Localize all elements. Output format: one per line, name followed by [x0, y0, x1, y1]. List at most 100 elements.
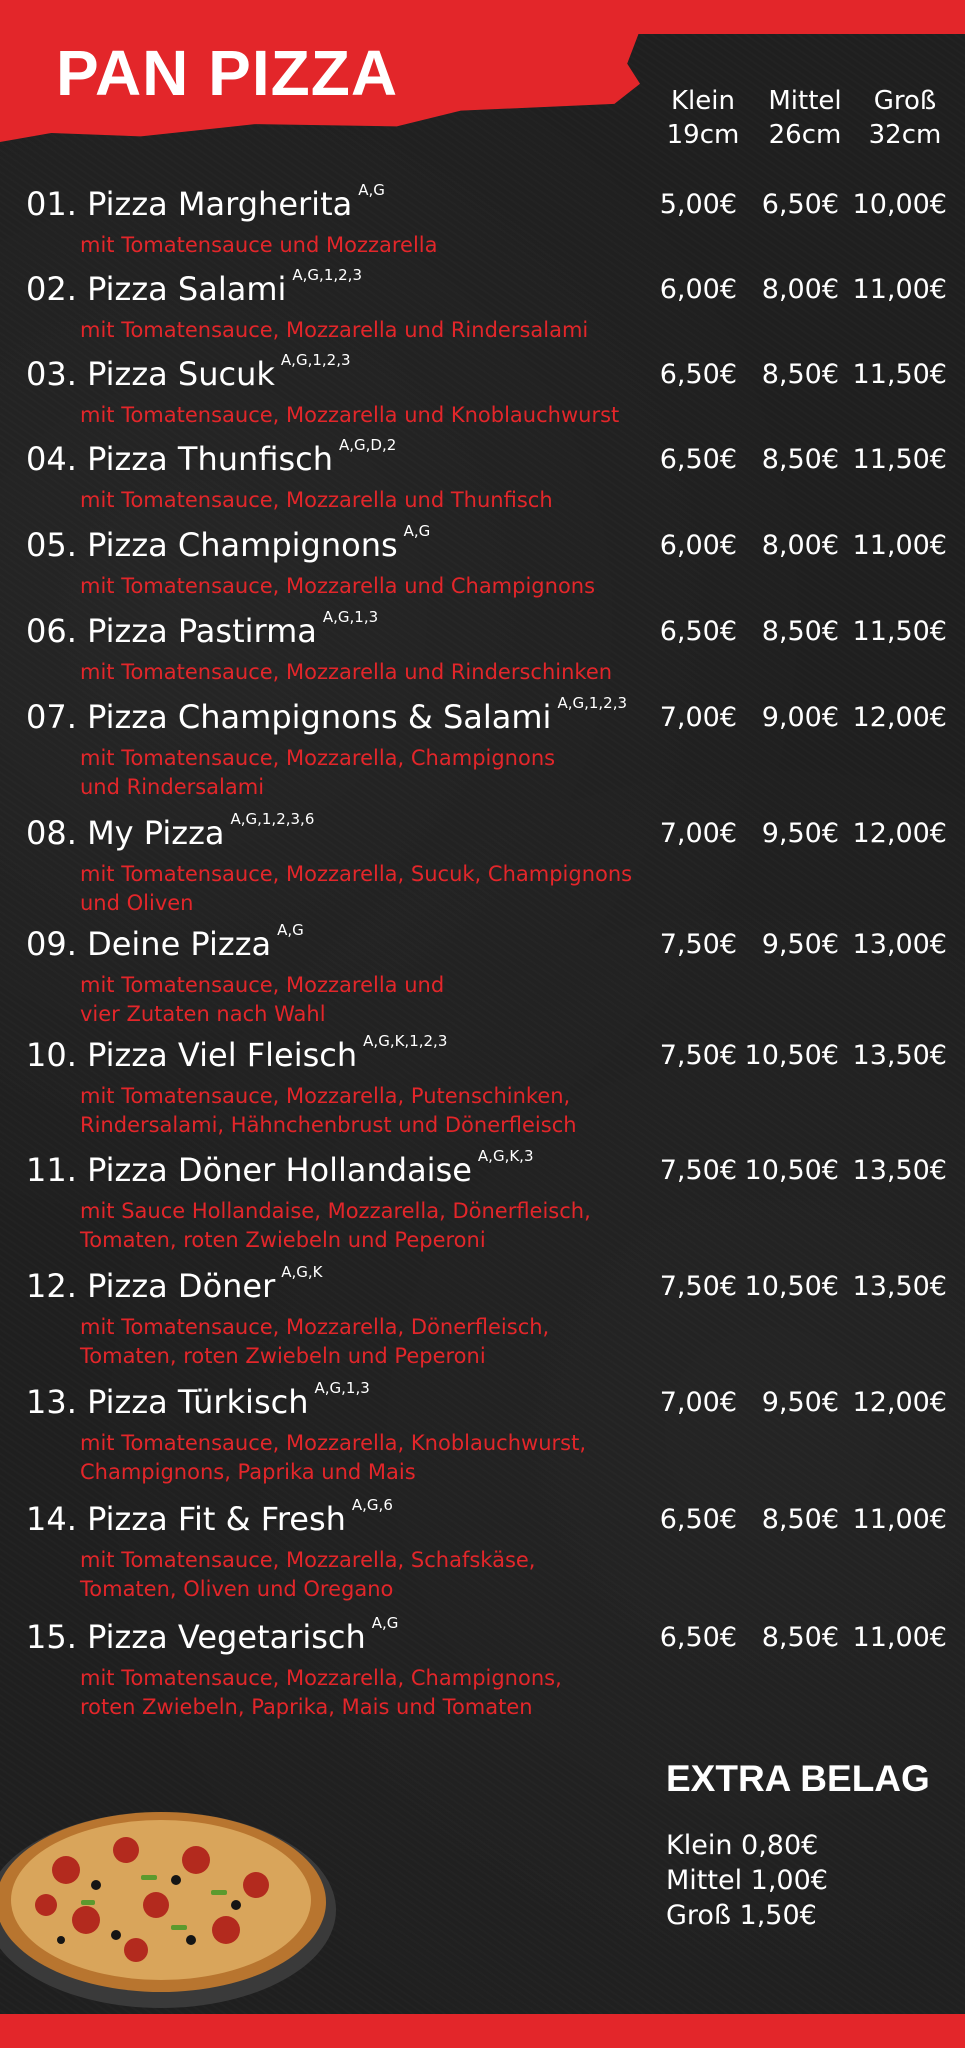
price-large: 11,00€: [852, 1622, 947, 1653]
item-name: 03. Pizza Sucuk: [26, 355, 275, 393]
price-small: 6,50€: [659, 444, 737, 475]
size-header-small: Klein 19cm: [648, 84, 758, 152]
item-allergens: A,G,K: [281, 1263, 323, 1281]
price-medium: 9,50€: [761, 818, 839, 849]
item-allergens: A,G,K,3: [477, 1147, 534, 1165]
price-large: 11,00€: [852, 274, 947, 305]
size-diameter: 19cm: [666, 120, 740, 150]
item-allergens: A,G,1,2,3: [292, 266, 362, 284]
item-name: 11. Pizza Döner Hollandaise: [26, 1151, 472, 1189]
item-description: mit Tomatensauce, Mozzarella, Dönerfleis…: [80, 1315, 550, 1368]
menu-item: 09. Deine Pizza A,G mit Tomatensauce, Mozz…: [0, 921, 965, 1026]
item-title: 07. Pizza Champignons & Salami A,G,1,2,3: [26, 694, 627, 736]
item-allergens: A,G,1,2,3,6: [230, 810, 315, 828]
pizza-photo-icon: [0, 1812, 336, 2008]
price-small: 7,00€: [659, 1387, 737, 1418]
top-red-bar: [0, 0, 965, 34]
menu-item: 07. Pizza Champignons & Salami A,G,1,2,3 m…: [0, 694, 965, 799]
item-title: 08. My Pizza A,G,1,2,3,6: [26, 810, 314, 852]
item-name: 04. Pizza Thunfisch: [26, 440, 334, 478]
price-small: 7,50€: [659, 929, 737, 960]
item-allergens: A,G: [403, 522, 431, 540]
price-medium: 8,00€: [761, 530, 839, 561]
item-name: 07. Pizza Champignons & Salami: [26, 698, 552, 736]
price-medium: 8,50€: [761, 616, 839, 647]
item-title: 11. Pizza Döner Hollandaise A,G,K,3: [26, 1147, 534, 1189]
item-name: 13. Pizza Türkisch: [26, 1383, 309, 1421]
menu-item: 04. Pizza Thunfisch A,G,D,2 mit Tomatensau…: [0, 436, 965, 530]
price-medium: 8,50€: [761, 1622, 839, 1653]
price-small: 7,00€: [659, 702, 737, 733]
price-large: 13,50€: [852, 1040, 947, 1071]
price-large: 13,50€: [852, 1271, 947, 1302]
price-small: 7,50€: [659, 1040, 737, 1071]
price-medium: 9,00€: [761, 702, 839, 733]
price-small: 6,00€: [659, 530, 737, 561]
menu-item: 03. Pizza Sucuk A,G,1,2,3 mit Tomatensauce…: [0, 351, 965, 445]
extra-price-large: Groß 1,50€: [666, 1900, 817, 1931]
price-small: 5,00€: [659, 189, 737, 220]
price-small: 7,00€: [659, 818, 737, 849]
item-description: mit Tomatensauce, Mozzarella und Champig…: [80, 574, 596, 598]
price-medium: 9,50€: [761, 929, 839, 960]
item-description: mit Tomatensauce, Mozzarella, Putenschin…: [80, 1084, 577, 1137]
size-diameter: 26cm: [768, 120, 842, 150]
price-medium: 8,50€: [761, 1504, 839, 1535]
item-allergens: A,G,1,3: [322, 608, 379, 626]
item-allergens: A,G,1,2,3: [557, 694, 628, 712]
price-medium: 10,50€: [744, 1155, 839, 1186]
item-description: mit Tomatensauce, Mozzarella, Schafskäse…: [80, 1548, 536, 1601]
item-description: mit Tomatensauce, Mozzarella, Champignon…: [80, 1666, 562, 1719]
item-name: 09. Deine Pizza: [26, 925, 272, 963]
price-small: 6,50€: [659, 359, 737, 390]
item-title: 15. Pizza Vegetarisch A,G: [26, 1614, 398, 1656]
item-allergens: A,G,1,2,3: [280, 351, 351, 369]
item-title: 01. Pizza Margherita A,G: [26, 181, 385, 223]
menu-item: 13. Pizza Türkisch A,G,1,3 mit Tomatensauc…: [0, 1379, 965, 1484]
item-allergens: A,G: [358, 181, 385, 199]
menu-item: 01. Pizza Margherita A,G mit Tomatensauce …: [0, 181, 965, 275]
item-description: mit Tomatensauce und Mozzarella: [80, 233, 438, 257]
price-medium: 8,50€: [761, 444, 839, 475]
item-title: 06. Pizza Pastirma A,G,1,3: [26, 608, 378, 650]
price-large: 13,00€: [852, 929, 947, 960]
price-small: 6,50€: [659, 1504, 737, 1535]
item-name: 14. Pizza Fit & Fresh: [26, 1500, 346, 1538]
page-title: PAN PIZZA: [56, 37, 399, 109]
item-description: mit Tomatensauce, Mozzarella, Knoblauchw…: [80, 1431, 586, 1484]
item-description: mit Tomatensauce, Mozzarella und vier Zu…: [80, 973, 445, 1026]
price-small: 6,00€: [659, 274, 737, 305]
extra-topping-title: EXTRA BELAG: [666, 1758, 930, 1799]
menu-item: 14. Pizza Fit & Fresh A,G,6 mit Tomatensau…: [0, 1496, 965, 1601]
menu-item: 12. Pizza Döner A,G,K mit Tomatensauce, Mo…: [0, 1263, 965, 1368]
item-allergens: A,G: [277, 921, 304, 939]
price-large: 12,00€: [852, 818, 947, 849]
price-medium: 8,00€: [761, 274, 839, 305]
item-title: 12. Pizza Döner A,G,K: [26, 1263, 323, 1305]
item-name: 12. Pizza Döner: [26, 1267, 276, 1305]
item-title: 05. Pizza Champignons A,G: [26, 522, 430, 564]
price-large: 11,00€: [852, 530, 947, 561]
price-large: 12,00€: [852, 1387, 947, 1418]
size-header-medium: Mittel 26cm: [750, 84, 860, 152]
item-description: mit Tomatensauce, Mozzarella und Thunfis…: [80, 488, 553, 512]
price-large: 11,00€: [852, 1504, 947, 1535]
item-title: 14. Pizza Fit & Fresh A,G,6: [26, 1496, 393, 1538]
menu-item: 11. Pizza Döner Hollandaise A,G,K,3 mit Sa…: [0, 1147, 965, 1252]
item-allergens: A,G,6: [351, 1496, 393, 1514]
price-large: 11,50€: [852, 616, 947, 647]
item-description: mit Tomatensauce, Mozzarella, Sucuk, Cha…: [80, 862, 633, 915]
item-title: 10. Pizza Viel Fleisch A,G,K,1,2,3: [26, 1032, 447, 1074]
item-title: 04. Pizza Thunfisch A,G,D,2: [26, 436, 396, 478]
item-name: 15. Pizza Vegetarisch: [26, 1618, 366, 1656]
price-large: 12,00€: [852, 702, 947, 733]
price-medium: 10,50€: [744, 1271, 839, 1302]
item-description: mit Tomatensauce, Mozzarella, Champignon…: [80, 746, 556, 799]
price-large: 13,50€: [852, 1155, 947, 1186]
item-name: 02. Pizza Salami: [26, 270, 287, 308]
item-title: 09. Deine Pizza A,G: [26, 921, 304, 963]
extra-price-small: Klein 0,80€: [666, 1830, 819, 1861]
price-large: 10,00€: [852, 189, 947, 220]
item-description: mit Tomatensauce, Mozzarella und Knoblau…: [80, 403, 620, 427]
price-medium: 6,50€: [761, 189, 839, 220]
